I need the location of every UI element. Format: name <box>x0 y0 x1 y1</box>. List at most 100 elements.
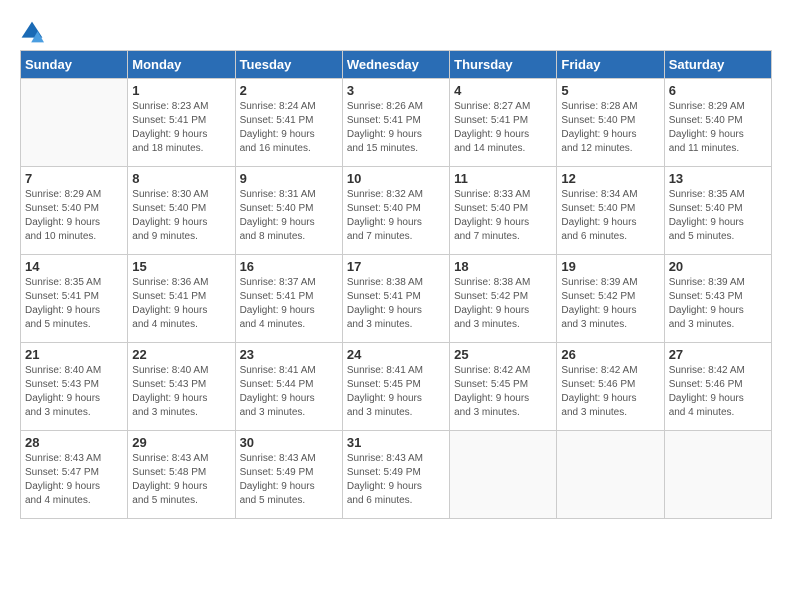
calendar-cell: 12 Sunrise: 8:34 AM Sunset: 5:40 PM Dayli… <box>557 167 664 255</box>
calendar-cell <box>21 79 128 167</box>
day-number: 8 <box>132 171 230 186</box>
calendar-cell: 21Sunrise: 8:40 AM Sunset: 5:43 PM Dayli… <box>21 343 128 431</box>
day-number: 13 <box>669 171 767 186</box>
calendar-cell: 4 Sunrise: 8:27 AM Sunset: 5:41 PM Daylig… <box>450 79 557 167</box>
calendar-header-row: SundayMondayTuesdayWednesdayThursdayFrid… <box>21 51 772 79</box>
day-info: Sunrise: 8:23 AM Sunset: 5:41 PM Dayligh… <box>132 100 230 156</box>
day-number: 24 <box>347 347 445 362</box>
calendar-header-saturday: Saturday <box>664 51 771 79</box>
calendar-week-row: 14Sunrise: 8:35 AM Sunset: 5:41 PM Dayli… <box>21 255 772 343</box>
day-number: 3 <box>347 83 445 98</box>
calendar-header-tuesday: Tuesday <box>235 51 342 79</box>
calendar-header-wednesday: Wednesday <box>342 51 449 79</box>
day-number: 5 <box>561 83 659 98</box>
logo-icon <box>20 20 44 44</box>
calendar-cell: 30 Sunrise: 8:43 AM Sunset: 5:49 PM Dayli… <box>235 431 342 519</box>
day-info: Sunrise: 8:42 AM Sunset: 5:45 PM Dayligh… <box>454 364 552 420</box>
calendar-week-row: 7 Sunrise: 8:29 AM Sunset: 5:40 PM Daylig… <box>21 167 772 255</box>
calendar-cell: 18 Sunrise: 8:38 AM Sunset: 5:42 PM Dayli… <box>450 255 557 343</box>
day-info: Sunrise: 8:43 AM Sunset: 5:49 PM Dayligh… <box>240 452 338 508</box>
calendar-cell: 11Sunrise: 8:33 AM Sunset: 5:40 PM Dayli… <box>450 167 557 255</box>
day-info: Sunrise: 8:39 AM Sunset: 5:43 PM Dayligh… <box>669 276 767 332</box>
day-info: Sunrise: 8:43 AM Sunset: 5:48 PM Dayligh… <box>132 452 230 508</box>
calendar-cell: 31Sunrise: 8:43 AM Sunset: 5:49 PM Dayli… <box>342 431 449 519</box>
day-info: Sunrise: 8:43 AM Sunset: 5:47 PM Dayligh… <box>25 452 123 508</box>
day-info: Sunrise: 8:41 AM Sunset: 5:44 PM Dayligh… <box>240 364 338 420</box>
day-number: 27 <box>669 347 767 362</box>
day-number: 18 <box>454 259 552 274</box>
day-number: 17 <box>347 259 445 274</box>
calendar-cell: 9 Sunrise: 8:31 AM Sunset: 5:40 PM Daylig… <box>235 167 342 255</box>
day-number: 6 <box>669 83 767 98</box>
calendar-cell <box>557 431 664 519</box>
day-number: 21 <box>25 347 123 362</box>
calendar-cell: 7 Sunrise: 8:29 AM Sunset: 5:40 PM Daylig… <box>21 167 128 255</box>
calendar-week-row: 28 Sunrise: 8:43 AM Sunset: 5:47 PM Dayli… <box>21 431 772 519</box>
day-info: Sunrise: 8:42 AM Sunset: 5:46 PM Dayligh… <box>561 364 659 420</box>
day-info: Sunrise: 8:40 AM Sunset: 5:43 PM Dayligh… <box>132 364 230 420</box>
day-number: 22 <box>132 347 230 362</box>
calendar-cell: 5 Sunrise: 8:28 AM Sunset: 5:40 PM Daylig… <box>557 79 664 167</box>
calendar-cell: 1 Sunrise: 8:23 AM Sunset: 5:41 PM Daylig… <box>128 79 235 167</box>
calendar-cell: 24 Sunrise: 8:41 AM Sunset: 5:45 PM Dayli… <box>342 343 449 431</box>
day-info: Sunrise: 8:38 AM Sunset: 5:42 PM Dayligh… <box>454 276 552 332</box>
calendar-cell: 20Sunrise: 8:39 AM Sunset: 5:43 PM Dayli… <box>664 255 771 343</box>
day-info: Sunrise: 8:29 AM Sunset: 5:40 PM Dayligh… <box>669 100 767 156</box>
calendar-cell: 22 Sunrise: 8:40 AM Sunset: 5:43 PM Dayli… <box>128 343 235 431</box>
calendar-cell <box>450 431 557 519</box>
day-number: 28 <box>25 435 123 450</box>
day-info: Sunrise: 8:26 AM Sunset: 5:41 PM Dayligh… <box>347 100 445 156</box>
calendar-header-friday: Friday <box>557 51 664 79</box>
day-number: 23 <box>240 347 338 362</box>
day-number: 2 <box>240 83 338 98</box>
calendar-cell: 3 Sunrise: 8:26 AM Sunset: 5:41 PM Daylig… <box>342 79 449 167</box>
calendar-cell: 8 Sunrise: 8:30 AM Sunset: 5:40 PM Daylig… <box>128 167 235 255</box>
day-number: 25 <box>454 347 552 362</box>
day-info: Sunrise: 8:34 AM Sunset: 5:40 PM Dayligh… <box>561 188 659 244</box>
calendar-cell: 13 Sunrise: 8:35 AM Sunset: 5:40 PM Dayli… <box>664 167 771 255</box>
day-number: 16 <box>240 259 338 274</box>
calendar-cell: 10Sunrise: 8:32 AM Sunset: 5:40 PM Dayli… <box>342 167 449 255</box>
day-info: Sunrise: 8:33 AM Sunset: 5:40 PM Dayligh… <box>454 188 552 244</box>
day-number: 14 <box>25 259 123 274</box>
calendar-cell: 28 Sunrise: 8:43 AM Sunset: 5:47 PM Dayli… <box>21 431 128 519</box>
calendar-cell: 6 Sunrise: 8:29 AM Sunset: 5:40 PM Daylig… <box>664 79 771 167</box>
day-number: 26 <box>561 347 659 362</box>
day-info: Sunrise: 8:27 AM Sunset: 5:41 PM Dayligh… <box>454 100 552 156</box>
calendar-header-monday: Monday <box>128 51 235 79</box>
calendar-cell: 23 Sunrise: 8:41 AM Sunset: 5:44 PM Dayli… <box>235 343 342 431</box>
calendar-cell: 16Sunrise: 8:37 AM Sunset: 5:41 PM Dayli… <box>235 255 342 343</box>
day-info: Sunrise: 8:43 AM Sunset: 5:49 PM Dayligh… <box>347 452 445 508</box>
day-number: 29 <box>132 435 230 450</box>
day-number: 1 <box>132 83 230 98</box>
day-number: 7 <box>25 171 123 186</box>
calendar-cell: 15Sunrise: 8:36 AM Sunset: 5:41 PM Dayli… <box>128 255 235 343</box>
day-number: 30 <box>240 435 338 450</box>
day-number: 9 <box>240 171 338 186</box>
calendar-cell <box>664 431 771 519</box>
day-number: 4 <box>454 83 552 98</box>
calendar-header-thursday: Thursday <box>450 51 557 79</box>
calendar-cell: 14Sunrise: 8:35 AM Sunset: 5:41 PM Dayli… <box>21 255 128 343</box>
page-header <box>20 20 772 44</box>
day-info: Sunrise: 8:24 AM Sunset: 5:41 PM Dayligh… <box>240 100 338 156</box>
calendar-cell: 19 Sunrise: 8:39 AM Sunset: 5:42 PM Dayli… <box>557 255 664 343</box>
calendar-cell: 17 Sunrise: 8:38 AM Sunset: 5:41 PM Dayli… <box>342 255 449 343</box>
calendar-week-row: 1 Sunrise: 8:23 AM Sunset: 5:41 PM Daylig… <box>21 79 772 167</box>
day-info: Sunrise: 8:30 AM Sunset: 5:40 PM Dayligh… <box>132 188 230 244</box>
calendar-header-sunday: Sunday <box>21 51 128 79</box>
day-number: 12 <box>561 171 659 186</box>
calendar-table: SundayMondayTuesdayWednesdayThursdayFrid… <box>20 50 772 519</box>
calendar-cell: 29 Sunrise: 8:43 AM Sunset: 5:48 PM Dayli… <box>128 431 235 519</box>
calendar-cell: 2 Sunrise: 8:24 AM Sunset: 5:41 PM Daylig… <box>235 79 342 167</box>
day-info: Sunrise: 8:28 AM Sunset: 5:40 PM Dayligh… <box>561 100 659 156</box>
day-info: Sunrise: 8:31 AM Sunset: 5:40 PM Dayligh… <box>240 188 338 244</box>
day-info: Sunrise: 8:38 AM Sunset: 5:41 PM Dayligh… <box>347 276 445 332</box>
day-info: Sunrise: 8:41 AM Sunset: 5:45 PM Dayligh… <box>347 364 445 420</box>
logo <box>20 20 48 44</box>
day-info: Sunrise: 8:32 AM Sunset: 5:40 PM Dayligh… <box>347 188 445 244</box>
day-info: Sunrise: 8:39 AM Sunset: 5:42 PM Dayligh… <box>561 276 659 332</box>
day-number: 19 <box>561 259 659 274</box>
day-info: Sunrise: 8:35 AM Sunset: 5:40 PM Dayligh… <box>669 188 767 244</box>
day-info: Sunrise: 8:29 AM Sunset: 5:40 PM Dayligh… <box>25 188 123 244</box>
